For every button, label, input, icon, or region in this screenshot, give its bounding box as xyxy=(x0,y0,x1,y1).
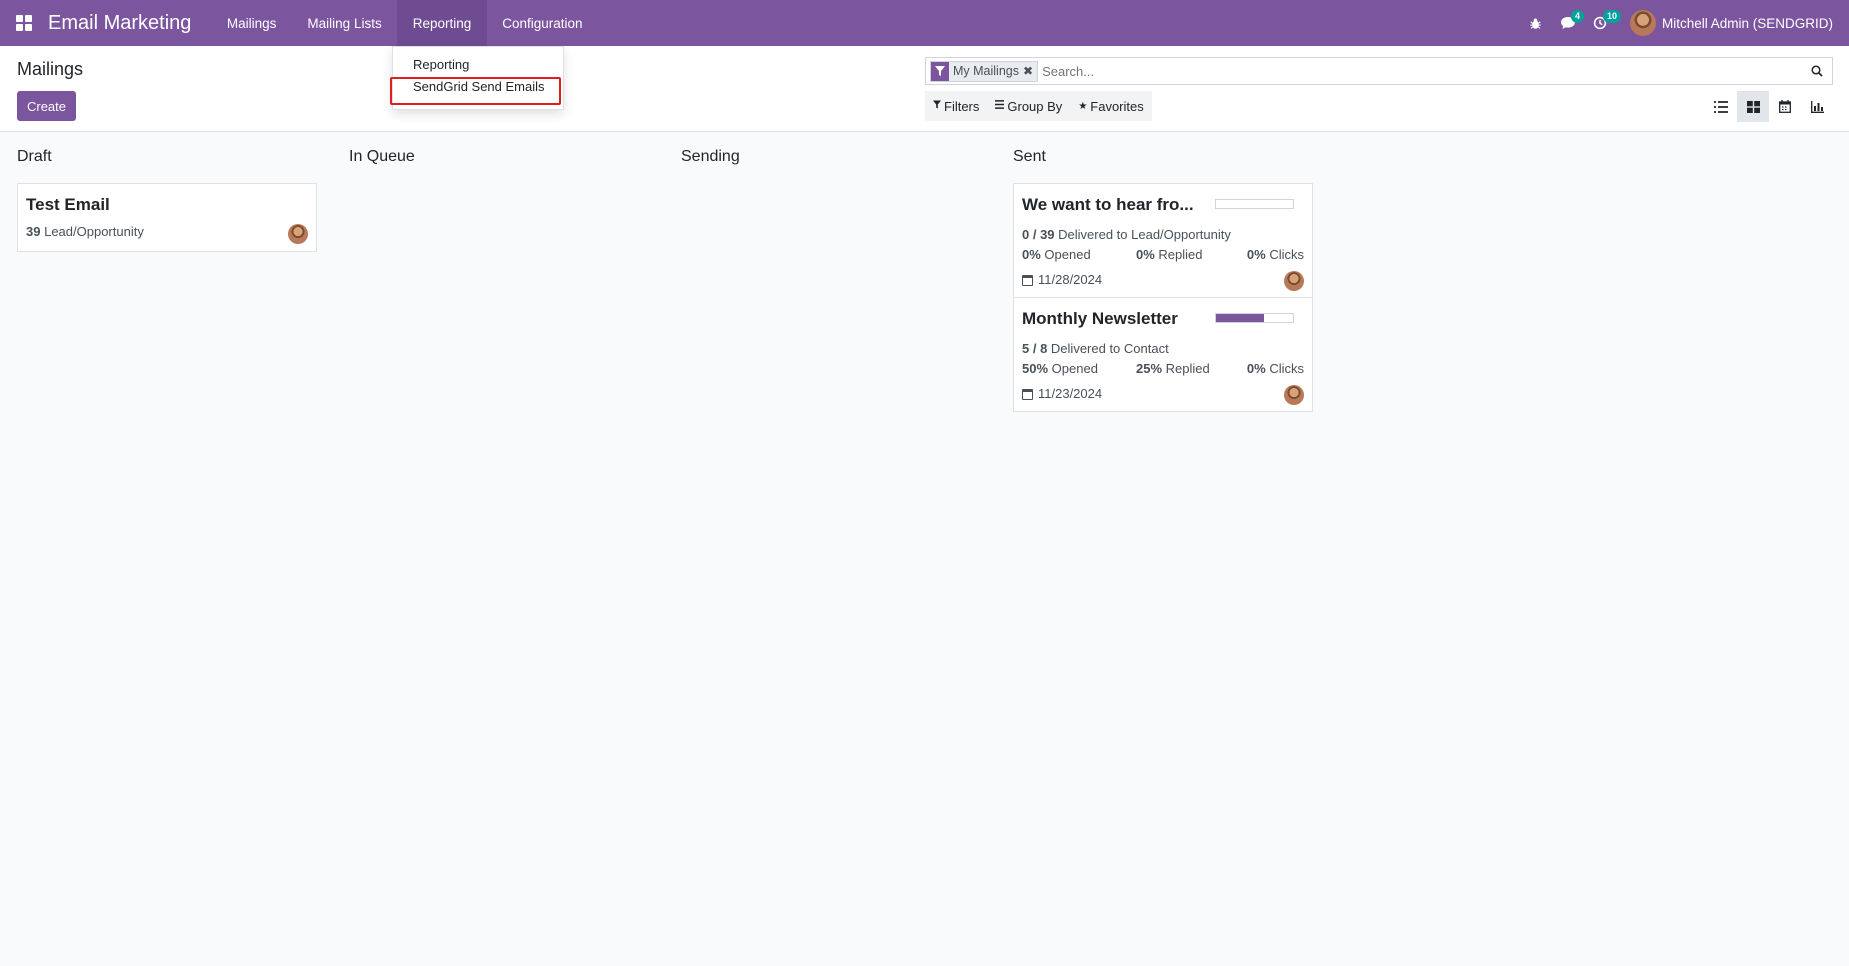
user-menu[interactable]: Mitchell Admin (SENDGRID) xyxy=(1629,10,1833,36)
search-facet: My Mailings ✖ xyxy=(930,60,1039,82)
calendar-view-icon[interactable] xyxy=(1769,91,1801,122)
search-options: Filters Group By ★ Favorites xyxy=(925,91,1152,121)
delivered-text: Delivered to Lead/Opportunity xyxy=(1058,227,1231,242)
control-panel: Mailings Create My Mailings ✖ Filters Gr… xyxy=(0,46,1849,132)
replied-stat: 25% Replied xyxy=(1136,361,1210,376)
apps-grid-icon xyxy=(16,15,32,31)
delivery-progress-bar xyxy=(1215,199,1294,209)
delivered-count: 5 / 8 xyxy=(1022,341,1048,356)
page-title: Mailings xyxy=(17,59,84,79)
recipients-target: Lead/Opportunity xyxy=(44,224,144,239)
menu-mailings[interactable]: Mailings xyxy=(211,0,292,46)
recipients-count: 39 xyxy=(26,224,41,239)
card-title: Monthly Newsletter xyxy=(1022,309,1178,328)
dropdown-item-reporting[interactable]: Reporting xyxy=(393,57,563,72)
replied-label: Replied xyxy=(1165,361,1210,376)
delivered-text: Delivered to Contact xyxy=(1050,341,1169,356)
graph-view-icon[interactable] xyxy=(1801,91,1833,122)
clicks-stat: 0% Clicks xyxy=(1247,247,1304,262)
view-switcher xyxy=(1705,91,1833,122)
opened-value: 0% xyxy=(1022,247,1041,262)
kanban-card[interactable]: We want to hear fro... 0 / 39 Delivered … xyxy=(1013,183,1313,298)
clicks-label: Clicks xyxy=(1269,247,1304,262)
delivered-count: 0 / 39 xyxy=(1022,227,1055,242)
replied-value: 0% xyxy=(1136,247,1155,262)
calendar-icon xyxy=(1022,389,1033,400)
delivery-line: 5 / 8 Delivered to Contact xyxy=(1022,341,1169,356)
column-title: Sent xyxy=(1013,148,1046,165)
opened-label: Opened xyxy=(1051,361,1098,376)
kanban-card[interactable]: Monthly Newsletter 5 / 8 Delivered to Co… xyxy=(1013,297,1313,412)
menu-mailing-lists[interactable]: Mailing Lists xyxy=(292,0,397,46)
favorites-label: Favorites xyxy=(1090,98,1144,114)
user-name: Mitchell Admin (SENDGRID) xyxy=(1661,15,1833,31)
opened-label: Opened xyxy=(1044,247,1091,262)
apps-menu-button[interactable] xyxy=(0,0,48,46)
app-title[interactable]: Email Marketing xyxy=(48,12,191,35)
sent-date: 11/23/2024 xyxy=(1038,386,1103,401)
star-icon: ★ xyxy=(1078,100,1088,112)
groupby-button[interactable]: Group By xyxy=(987,91,1070,121)
column-title: Sending xyxy=(681,148,740,165)
facet-label: My Mailings xyxy=(953,64,1019,78)
user-avatar xyxy=(1629,10,1656,36)
menu-reporting[interactable]: Reporting xyxy=(397,0,487,46)
activities-clock-icon[interactable]: 10 xyxy=(1584,0,1621,46)
messages-badge: 4 xyxy=(1570,10,1584,23)
delivery-line: 0 / 39 Delivered to Lead/Opportunity xyxy=(1022,227,1231,242)
bars-icon xyxy=(995,100,1005,112)
activities-badge: 10 xyxy=(1602,10,1621,23)
filters-label: Filters xyxy=(944,98,980,114)
opened-stat: 0% Opened xyxy=(1022,247,1091,262)
card-title: We want to hear fro... xyxy=(1022,195,1194,214)
avatar[interactable] xyxy=(1284,271,1304,291)
clicks-stat: 0% Clicks xyxy=(1247,361,1304,376)
menu-configuration[interactable]: Configuration xyxy=(487,0,598,46)
groupby-label: Group By xyxy=(1007,98,1063,114)
highlight-box xyxy=(390,77,561,105)
card-recipients: 39 Lead/Opportunity xyxy=(26,224,144,239)
sent-date: 11/28/2024 xyxy=(1038,272,1103,287)
opened-stat: 50% Opened xyxy=(1022,361,1098,376)
top-navbar: Email Marketing Mailings Mailing Lists R… xyxy=(0,0,1849,46)
replied-stat: 0% Replied xyxy=(1136,247,1203,262)
favorites-button[interactable]: ★ Favorites xyxy=(1070,91,1151,121)
filter-funnel-icon xyxy=(931,61,949,81)
replied-label: Replied xyxy=(1158,247,1203,262)
card-title: Test Email xyxy=(26,195,110,214)
filter-funnel-icon xyxy=(933,100,941,112)
delivery-progress-bar xyxy=(1215,313,1294,323)
facet-remove-icon[interactable]: ✖ xyxy=(1023,64,1037,78)
search-bar: My Mailings ✖ xyxy=(925,57,1833,85)
kanban-card[interactable]: Test Email 39 Lead/Opportunity xyxy=(17,183,317,252)
create-button[interactable]: Create xyxy=(17,91,76,121)
kanban-view-icon[interactable] xyxy=(1737,91,1769,122)
clicks-label: Clicks xyxy=(1269,361,1304,376)
search-icon[interactable] xyxy=(1802,65,1832,77)
clicks-value: 0% xyxy=(1246,247,1266,262)
filters-button[interactable]: Filters xyxy=(925,91,987,121)
progress-fill xyxy=(1216,314,1264,322)
avatar[interactable] xyxy=(1284,385,1304,405)
list-view-icon[interactable] xyxy=(1705,91,1737,122)
column-title: In Queue xyxy=(349,148,415,165)
search-input[interactable] xyxy=(1042,60,1802,82)
avatar[interactable] xyxy=(288,224,308,244)
debug-bug-icon[interactable] xyxy=(1520,0,1552,46)
messages-chat-icon[interactable]: 4 xyxy=(1552,0,1584,46)
column-title: Draft xyxy=(17,148,52,165)
clicks-value: 0% xyxy=(1246,361,1266,376)
replied-value: 25% xyxy=(1136,361,1163,376)
calendar-icon xyxy=(1022,275,1033,286)
opened-value: 50% xyxy=(1022,361,1049,376)
